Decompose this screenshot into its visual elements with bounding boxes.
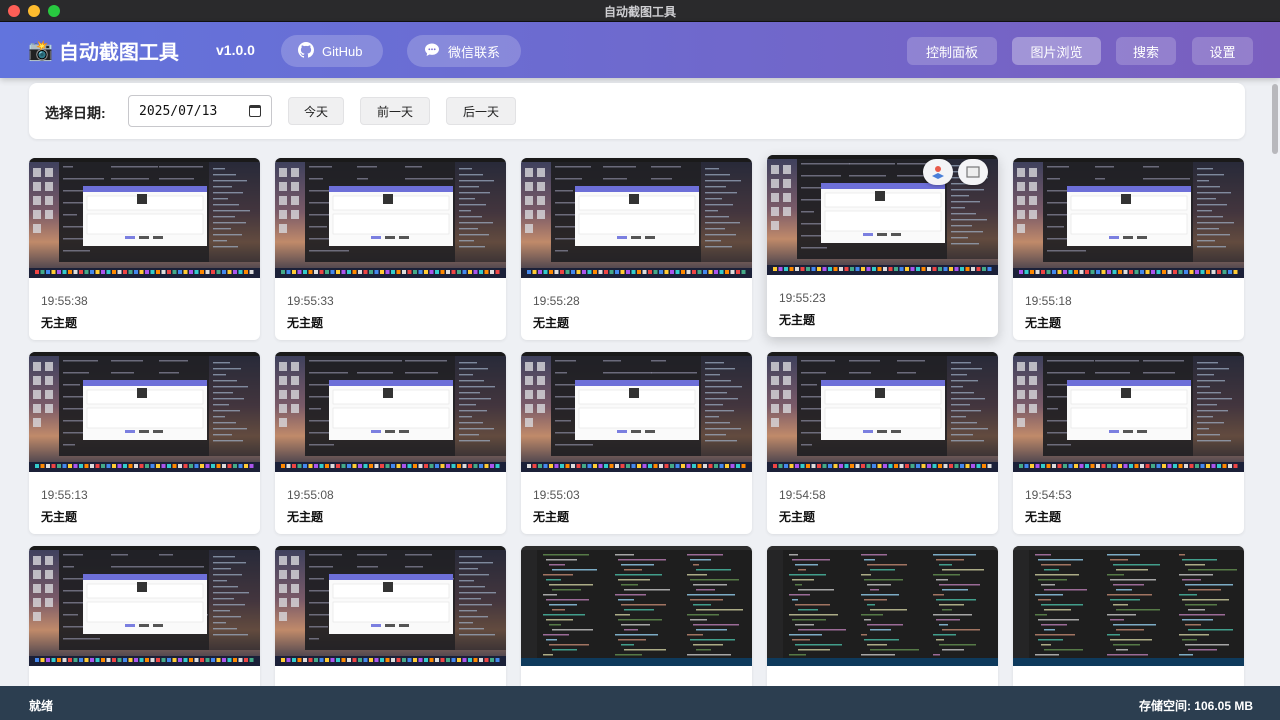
nav-settings[interactable]: 设置 [1192, 37, 1253, 65]
date-input[interactable]: 2025/07/13 [128, 95, 272, 127]
nav-control-panel[interactable]: 控制面板 [907, 37, 997, 65]
wechat-contact-button[interactable]: 微信联系 [407, 35, 521, 67]
card-title: 无主题 [1025, 316, 1062, 330]
card-timestamp: 19:54:53 [1025, 488, 1072, 502]
screenshot-thumbnail[interactable] [767, 352, 998, 472]
card-title: 无主题 [779, 510, 816, 524]
card-title: 无主题 [533, 316, 570, 330]
scrollbar[interactable] [1272, 82, 1278, 686]
screenshot-thumbnail[interactable] [521, 158, 752, 278]
screenshot-card[interactable] [275, 546, 506, 686]
window-title: 自动截图工具 [603, 5, 676, 19]
calendar-icon[interactable] [249, 105, 261, 117]
card-timestamp: 19:55:33 [287, 294, 334, 308]
chat-bubble-icon [424, 42, 440, 61]
screenshot-card[interactable] [1013, 546, 1244, 686]
card-timestamp: 19:54:58 [779, 488, 826, 502]
screenshot-thumbnail[interactable] [275, 158, 506, 278]
wechat-label: 微信联系 [448, 44, 501, 60]
screenshot-thumbnail[interactable] [767, 546, 998, 666]
card-title: 无主题 [41, 510, 78, 524]
screenshot-thumbnail[interactable] [521, 352, 752, 472]
screenshot-thumbnail[interactable] [1013, 546, 1244, 666]
screenshot-card[interactable]: 19:54:58 无主题 [767, 352, 998, 534]
screenshot-card[interactable]: 19:55:28 无主题 [521, 158, 752, 340]
ocr-analyze-button[interactable] [923, 159, 953, 185]
storage-usage: 存储空间: 106.05 MB [1138, 699, 1253, 713]
app-title: 📸 自动截图工具 [28, 36, 179, 65]
card-title: 无主题 [41, 316, 78, 330]
nav-image-browse[interactable]: 图片浏览 [1012, 37, 1101, 65]
screenshot-card[interactable]: 19:55:18 无主题 [1013, 158, 1244, 340]
github-button[interactable]: GitHub [281, 35, 383, 67]
next-day-button[interactable]: 后一天 [446, 97, 516, 125]
screenshot-card[interactable] [767, 546, 998, 686]
card-timestamp: 19:55:28 [533, 294, 580, 308]
app-header: 📸 自动截图工具 v1.0.0 GitHub 微信联系 控制面板 图片浏览 搜索… [0, 22, 1280, 78]
screenshot-thumbnail[interactable] [521, 546, 752, 666]
camera-icon: 📸 [28, 40, 53, 62]
status-text: 就绪 [29, 699, 54, 713]
screenshot-thumbnail[interactable] [1013, 352, 1244, 472]
card-timestamp: 19:55:08 [287, 488, 334, 502]
analyze-icon [932, 166, 944, 179]
app-name: 自动截图工具 [58, 42, 179, 64]
card-title: 无主题 [287, 316, 324, 330]
screenshot-grid: 19:55:38 无主题 19:55:33 无主题 19:55:28 无主题 19:55:2… [0, 146, 1270, 686]
today-button[interactable]: 今天 [288, 97, 344, 125]
image-frame-icon [966, 166, 980, 178]
scrollbar-thumb[interactable] [1272, 84, 1278, 154]
card-title: 无主题 [1025, 510, 1062, 524]
status-bar: 就绪 存储空间: 106.05 MB [0, 686, 1280, 720]
screenshot-thumbnail[interactable] [29, 352, 260, 472]
screenshot-card[interactable]: 19:55:23 无主题 [767, 155, 998, 337]
screenshot-card[interactable]: 19:55:13 无主题 [29, 352, 260, 534]
view-image-button[interactable] [958, 159, 988, 185]
screenshot-card[interactable]: 19:54:53 无主题 [1013, 352, 1244, 534]
screenshot-thumbnail[interactable] [275, 352, 506, 472]
window-titlebar: 自动截图工具 [0, 0, 1280, 22]
screenshot-card[interactable] [29, 546, 260, 686]
date-panel: 选择日期: 2025/07/13 今天 前一天 后一天 [29, 83, 1245, 139]
screenshot-thumbnail[interactable] [29, 546, 260, 666]
card-timestamp: 19:55:13 [41, 488, 88, 502]
card-timestamp: 19:55:03 [533, 488, 580, 502]
previous-day-button[interactable]: 前一天 [360, 97, 430, 125]
nav-search[interactable]: 搜索 [1116, 37, 1176, 65]
card-title: 无主题 [533, 510, 570, 524]
screenshot-thumbnail[interactable] [275, 546, 506, 666]
card-timestamp: 19:55:23 [779, 291, 826, 305]
screenshot-thumbnail[interactable] [1013, 158, 1244, 278]
card-timestamp: 19:55:18 [1025, 294, 1072, 308]
screenshot-thumbnail[interactable] [29, 158, 260, 278]
version-label: v1.0.0 [216, 42, 255, 58]
github-label: GitHub [322, 43, 363, 59]
card-title: 无主题 [287, 510, 324, 524]
screenshot-card[interactable]: 19:55:03 无主题 [521, 352, 752, 534]
card-title: 无主题 [779, 313, 816, 327]
screenshot-card[interactable]: 19:55:08 无主题 [275, 352, 506, 534]
screenshot-card[interactable]: 19:55:38 无主题 [29, 158, 260, 340]
card-timestamp: 19:55:38 [41, 294, 88, 308]
screenshot-card[interactable] [521, 546, 752, 686]
github-icon [298, 41, 315, 61]
date-value: 2025/07/13 [139, 103, 218, 119]
date-label: 选择日期: [45, 105, 106, 121]
screenshot-card[interactable]: 19:55:33 无主题 [275, 158, 506, 340]
